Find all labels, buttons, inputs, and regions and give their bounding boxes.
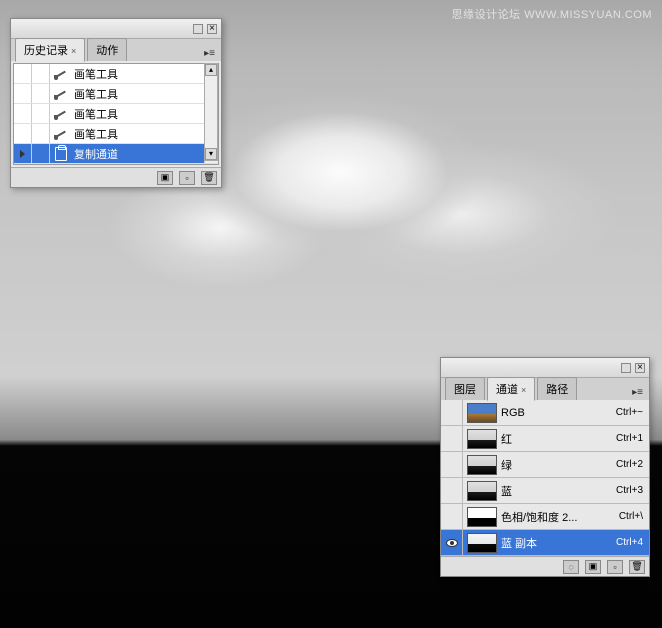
tab-history[interactable]: 历史记录× — [15, 38, 85, 62]
channels-list: RGB Ctrl+~ 红 Ctrl+1 绿 Ctrl+2 蓝 Ctrl+3 色相… — [441, 400, 649, 556]
load-selection-icon[interactable]: ◌ — [563, 560, 579, 574]
visibility-toggle[interactable] — [441, 504, 463, 529]
channels-footer: ◌ ▣ ▫ 🗑 — [441, 556, 649, 576]
tab-actions-label: 动作 — [96, 45, 118, 57]
history-panel: × 历史记录× 动作 ▸≡ 画笔工具 画笔工具 画笔工具 画笔工具 — [10, 18, 222, 188]
save-selection-icon[interactable]: ▣ — [585, 560, 601, 574]
tab-channels[interactable]: 通道× — [487, 377, 535, 401]
history-item[interactable]: 画笔工具 — [14, 84, 218, 104]
channel-shortcut: Ctrl+3 — [616, 485, 649, 496]
channel-label: RGB — [501, 407, 616, 419]
new-snapshot-icon[interactable]: ▣ — [157, 171, 173, 185]
channel-shortcut: Ctrl+~ — [616, 407, 649, 418]
history-blank-col — [32, 124, 50, 143]
channel-row-rgb[interactable]: RGB Ctrl+~ — [441, 400, 649, 426]
trash-icon[interactable]: 🗑 — [629, 560, 645, 574]
history-state-col — [14, 124, 32, 143]
channel-label: 色相/饱和度 2... — [501, 509, 619, 525]
scroll-up-icon[interactable]: ▴ — [205, 64, 217, 76]
history-label: 画笔工具 — [72, 66, 218, 82]
history-item-selected[interactable]: 复制通道 ⌄ — [14, 144, 218, 164]
brush-icon — [50, 127, 72, 141]
channel-label: 红 — [501, 431, 616, 447]
close-icon[interactable]: × — [635, 363, 645, 373]
visibility-toggle[interactable] — [441, 530, 463, 555]
history-state-col — [14, 84, 32, 103]
history-state-col — [14, 104, 32, 123]
channel-shortcut: Ctrl+2 — [616, 459, 649, 470]
scroll-down-icon[interactable]: ▾ — [205, 148, 217, 160]
tab-layers[interactable]: 图层 — [445, 377, 485, 400]
new-state-icon[interactable]: ▫ — [179, 171, 195, 185]
channels-tabs: 图层 通道× 路径 ▸≡ — [441, 378, 649, 400]
brush-icon — [50, 87, 72, 101]
brush-icon — [50, 67, 72, 81]
panel-menu-icon[interactable]: ▸≡ — [202, 46, 217, 61]
history-tabs: 历史记录× 动作 ▸≡ — [11, 39, 221, 61]
channel-thumb — [467, 403, 497, 423]
eye-icon — [446, 539, 458, 547]
history-label: 复制通道 — [72, 146, 204, 162]
tab-actions[interactable]: 动作 — [87, 38, 127, 61]
new-channel-icon[interactable]: ▫ — [607, 560, 623, 574]
visibility-toggle[interactable] — [441, 478, 463, 503]
history-item[interactable]: 画笔工具 — [14, 124, 218, 144]
minimize-icon[interactable] — [193, 24, 203, 34]
channel-thumb — [467, 429, 497, 449]
watermark-text: 思缘设计论坛 WWW.MISSYUAN.COM — [452, 6, 652, 22]
channel-thumb — [467, 507, 497, 527]
channel-shortcut: Ctrl+\ — [619, 511, 649, 522]
channel-row-hue-sat[interactable]: 色相/饱和度 2... Ctrl+\ — [441, 504, 649, 530]
channels-titlebar[interactable]: × — [441, 358, 649, 378]
history-state-col — [14, 144, 32, 163]
history-blank-col — [32, 84, 50, 103]
tab-close-icon[interactable]: × — [521, 385, 526, 395]
tab-close-icon[interactable]: × — [71, 46, 76, 56]
history-scrollbar[interactable]: ▴ ▾ — [204, 63, 218, 161]
channel-row-red[interactable]: 红 Ctrl+1 — [441, 426, 649, 452]
tab-channels-label: 通道 — [496, 384, 518, 396]
tab-history-label: 历史记录 — [24, 45, 68, 57]
history-list: 画笔工具 画笔工具 画笔工具 画笔工具 复制通道 ⌄ — [13, 63, 219, 165]
history-blank-col — [32, 104, 50, 123]
history-label: 画笔工具 — [72, 86, 218, 102]
channel-label: 绿 — [501, 457, 616, 473]
tab-paths-label: 路径 — [546, 384, 568, 396]
visibility-toggle[interactable] — [441, 426, 463, 451]
tab-paths[interactable]: 路径 — [537, 377, 577, 400]
history-blank-col — [32, 64, 50, 83]
visibility-toggle[interactable] — [441, 452, 463, 477]
trash-icon[interactable]: 🗑 — [201, 171, 217, 185]
channel-label: 蓝 — [501, 483, 616, 499]
channel-row-blue-copy[interactable]: 蓝 副本 Ctrl+4 — [441, 530, 649, 556]
clipboard-icon — [50, 147, 72, 161]
tab-layers-label: 图层 — [454, 384, 476, 396]
channel-thumb — [467, 481, 497, 501]
history-footer: ▣ ▫ 🗑 — [11, 167, 221, 187]
channel-thumb — [467, 455, 497, 475]
history-item[interactable]: 画笔工具 — [14, 104, 218, 124]
channel-label: 蓝 副本 — [501, 535, 616, 551]
panel-menu-icon[interactable]: ▸≡ — [630, 385, 645, 400]
history-label: 画笔工具 — [72, 126, 218, 142]
close-icon[interactable]: × — [207, 24, 217, 34]
current-state-icon — [20, 150, 25, 158]
visibility-toggle[interactable] — [441, 400, 463, 425]
history-item[interactable]: 画笔工具 — [14, 64, 218, 84]
history-label: 画笔工具 — [72, 106, 218, 122]
channels-panel: × 图层 通道× 路径 ▸≡ RGB Ctrl+~ 红 Ctrl+1 绿 Ctr… — [440, 357, 650, 577]
history-titlebar[interactable]: × — [11, 19, 221, 39]
history-blank-col — [32, 144, 50, 163]
channel-shortcut: Ctrl+1 — [616, 433, 649, 444]
channel-row-blue[interactable]: 蓝 Ctrl+3 — [441, 478, 649, 504]
minimize-icon[interactable] — [621, 363, 631, 373]
channel-shortcut: Ctrl+4 — [616, 537, 649, 548]
brush-icon — [50, 107, 72, 121]
history-state-col — [14, 64, 32, 83]
channel-row-green[interactable]: 绿 Ctrl+2 — [441, 452, 649, 478]
channel-thumb — [467, 533, 497, 553]
